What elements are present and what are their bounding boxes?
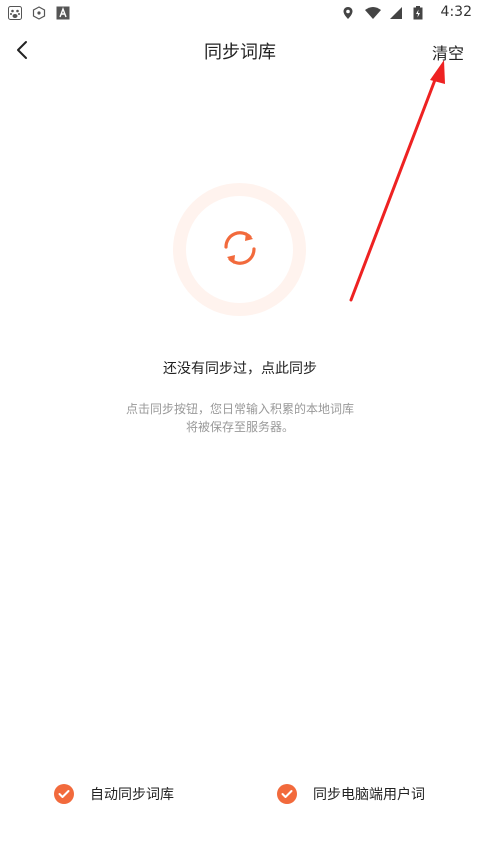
status-time: 4:32 <box>440 4 472 20</box>
status-right: 4:32 <box>341 4 472 20</box>
status-bar: 4:32 <box>0 0 480 24</box>
empty-state-title: 还没有同步过，点此同步 <box>163 361 317 377</box>
auto-sync-option[interactable]: 自动同步词库 <box>54 780 174 808</box>
sync-ring-inner <box>186 196 293 303</box>
location-icon <box>341 5 355 19</box>
auto-sync-label: 自动同步词库 <box>90 787 174 803</box>
sync-button[interactable] <box>173 183 306 316</box>
empty-state-desc-line2: 将被保存至服务器。 <box>185 420 294 434</box>
bottom-options: 自动同步词库 同步电脑端用户词 <box>0 780 480 808</box>
page-title: 同步词库 <box>204 42 276 63</box>
a-box-icon <box>56 5 70 20</box>
pc-sync-option[interactable]: 同步电脑端用户词 <box>277 780 425 808</box>
status-left <box>8 5 70 20</box>
pc-sync-label: 同步电脑端用户词 <box>313 787 425 803</box>
wifi-icon <box>364 5 381 19</box>
check-icon[interactable] <box>54 784 74 804</box>
sync-icon <box>220 228 260 272</box>
nav-bar: 同步词库 清空 <box>0 28 480 76</box>
clear-button[interactable]: 清空 <box>432 40 464 64</box>
hexagon-icon <box>32 5 46 20</box>
baidu-icon <box>8 5 22 20</box>
empty-state-desc-line1: 点击同步按钮，您日常输入积累的本地词库 <box>125 402 354 416</box>
signal-icon <box>389 5 403 19</box>
empty-state-description: 点击同步按钮，您日常输入积累的本地词库 将被保存至服务器。 <box>100 400 380 436</box>
check-icon[interactable] <box>277 784 297 804</box>
battery-icon <box>413 5 427 20</box>
